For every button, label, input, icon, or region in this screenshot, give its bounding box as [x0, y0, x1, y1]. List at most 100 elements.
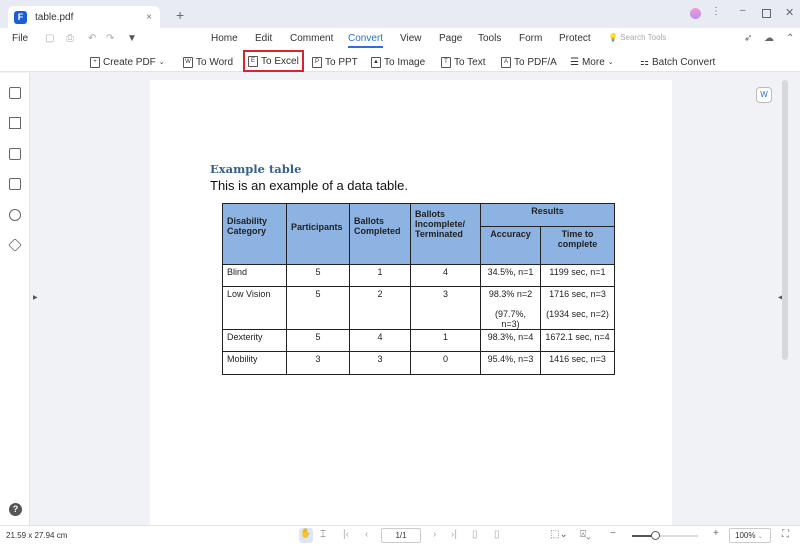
collapse-ribbon-icon[interactable]: ⌃: [786, 33, 794, 44]
convert-to-word-float-icon[interactable]: W: [756, 87, 772, 103]
image-icon: ▲: [371, 56, 381, 68]
page-fit-icon[interactable]: ⬚⌄: [550, 529, 568, 540]
cell-participants: 5: [286, 329, 350, 352]
layers-icon[interactable]: [8, 238, 22, 252]
cell-accuracy-text: 95.4%, n=3: [487, 354, 534, 364]
menu-file[interactable]: File: [12, 33, 28, 44]
menu-comment[interactable]: Comment: [290, 33, 333, 44]
to-text-button[interactable]: T To Text: [441, 54, 486, 70]
tab-title: table.pdf: [35, 11, 74, 23]
header-time-text: Time to complete: [557, 229, 598, 249]
undo-icon[interactable]: ↶: [88, 33, 96, 44]
cell-category-text: Mobility: [227, 354, 258, 364]
cell-incomplete: 4: [410, 264, 481, 287]
close-tab-icon[interactable]: ×: [146, 12, 152, 23]
maximize-icon[interactable]: [762, 9, 771, 18]
menu-tools[interactable]: Tools: [478, 33, 501, 44]
cell-accuracy: 95.4%, n=3: [480, 351, 541, 375]
to-image-button[interactable]: ▲ To Image: [371, 54, 425, 70]
to-ppt-button[interactable]: P To PPT: [312, 54, 358, 70]
zoom-slider-handle[interactable]: [651, 531, 661, 540]
cell-accuracy: 98.3%, n=4: [480, 329, 541, 352]
cell-participants-text: 5: [315, 267, 321, 277]
more-options-icon[interactable]: ⋮: [711, 6, 721, 17]
hand-tool-icon[interactable]: ✋: [299, 528, 313, 543]
header-accuracy-text: Accuracy: [490, 229, 531, 239]
to-pdfa-label: To PDF/A: [514, 56, 557, 68]
cell-completed-text: 2: [377, 289, 383, 299]
next-page-icon[interactable]: ›: [433, 529, 436, 540]
expand-sidebar-icon[interactable]: ▶: [33, 294, 38, 301]
create-pdf-button[interactable]: + Create PDF ⌄: [90, 54, 165, 70]
save-icon[interactable]: ▢: [45, 33, 54, 44]
search-tools-placeholder: Search Tools: [620, 33, 667, 42]
first-page-icon[interactable]: |‹: [343, 529, 349, 540]
cell-category-text: Blind: [227, 267, 248, 277]
select-tool-icon[interactable]: ⌶: [320, 529, 326, 540]
redo-icon[interactable]: ↷: [106, 33, 114, 44]
reading-mode-icon[interactable]: ⍓⌄: [580, 529, 591, 540]
doc-heading: Example table: [210, 162, 302, 176]
zoom-select[interactable]: 100% ⌄: [729, 528, 771, 543]
menu-page[interactable]: Page: [439, 33, 462, 44]
cell-participants: 5: [286, 264, 350, 287]
fullscreen-icon[interactable]: ⛶: [782, 529, 789, 540]
search-icon[interactable]: [9, 209, 21, 221]
to-word-label: To Word: [196, 56, 234, 68]
cell-participants-text: 5: [315, 289, 321, 299]
vertical-scrollbar[interactable]: [782, 80, 788, 360]
print-icon[interactable]: ⎙: [66, 33, 74, 44]
bookmark-icon[interactable]: [9, 117, 21, 129]
cell-completed: 3: [349, 351, 411, 375]
zoom-out-button[interactable]: −: [610, 528, 616, 539]
last-page-icon[interactable]: ›|: [451, 529, 457, 540]
prev-page-icon[interactable]: ‹: [365, 529, 368, 540]
menu-protect[interactable]: Protect: [559, 33, 591, 44]
menu-bar: File ▢ ⎙ ↶ ↷ ▼ Home Edit Comment Convert…: [0, 28, 800, 50]
create-pdf-icon: +: [90, 56, 100, 68]
cell-category: Dexterity: [222, 329, 287, 352]
menu-edit[interactable]: Edit: [255, 33, 272, 44]
rotate-left-icon[interactable]: ▯: [472, 529, 478, 540]
cell-completed-text: 3: [377, 354, 383, 364]
tab-table-pdf[interactable]: F table.pdf ×: [8, 6, 160, 28]
page-number-input[interactable]: 1/1: [381, 528, 421, 543]
customize-icon[interactable]: ▼: [127, 33, 137, 44]
ppt-icon: P: [312, 56, 322, 68]
cell-time: 1716 sec, n=3 (1934 sec, n=2): [540, 286, 615, 330]
zoom-in-button[interactable]: +: [713, 528, 719, 539]
menu-convert[interactable]: Convert: [348, 33, 384, 48]
to-text-label: To Text: [454, 56, 486, 68]
menu-view[interactable]: View: [400, 33, 422, 44]
avatar[interactable]: [690, 8, 701, 19]
page-dimensions: 21.59 x 27.94 cm: [6, 531, 68, 540]
cell-incomplete-text: 0: [442, 354, 448, 364]
menu-home[interactable]: Home: [211, 33, 238, 44]
to-pdfa-button[interactable]: A To PDF/A: [501, 54, 557, 70]
cell-completed-text: 4: [377, 332, 383, 342]
cell-participants-text: 5: [315, 332, 321, 342]
more-button[interactable]: ☰ More ⌄: [570, 54, 614, 70]
cell-accuracy-text: 98.3%, n=4: [487, 332, 534, 342]
to-excel-button[interactable]: E To Excel: [243, 50, 304, 72]
menu-form[interactable]: Form: [519, 33, 542, 44]
app-logo-icon: F: [14, 10, 27, 24]
zoom-slider[interactable]: [632, 531, 698, 540]
new-tab-button[interactable]: +: [176, 7, 184, 23]
header-completed-text: Ballots Completed: [354, 216, 401, 236]
attachment-icon[interactable]: [9, 178, 21, 190]
cell-category: Low Vision: [222, 286, 287, 330]
close-window-icon[interactable]: ✕: [785, 6, 794, 19]
to-image-label: To Image: [384, 56, 426, 68]
batch-convert-button[interactable]: ⚏ Batch Convert: [640, 54, 715, 70]
search-tools[interactable]: 💡 Search Tools: [608, 33, 666, 42]
cell-time-text: 1672.1 sec, n=4: [545, 332, 610, 342]
rotate-right-icon[interactable]: ▯: [494, 529, 500, 540]
thumbnails-icon[interactable]: [9, 87, 21, 99]
to-word-button[interactable]: W To Word: [183, 54, 233, 70]
minimize-icon[interactable]: –: [740, 5, 746, 16]
comment-icon[interactable]: [9, 148, 21, 160]
help-icon[interactable]: ?: [9, 503, 22, 516]
cloud-upload-icon[interactable]: ☁: [764, 33, 774, 44]
share-icon[interactable]: ➶: [744, 33, 752, 44]
